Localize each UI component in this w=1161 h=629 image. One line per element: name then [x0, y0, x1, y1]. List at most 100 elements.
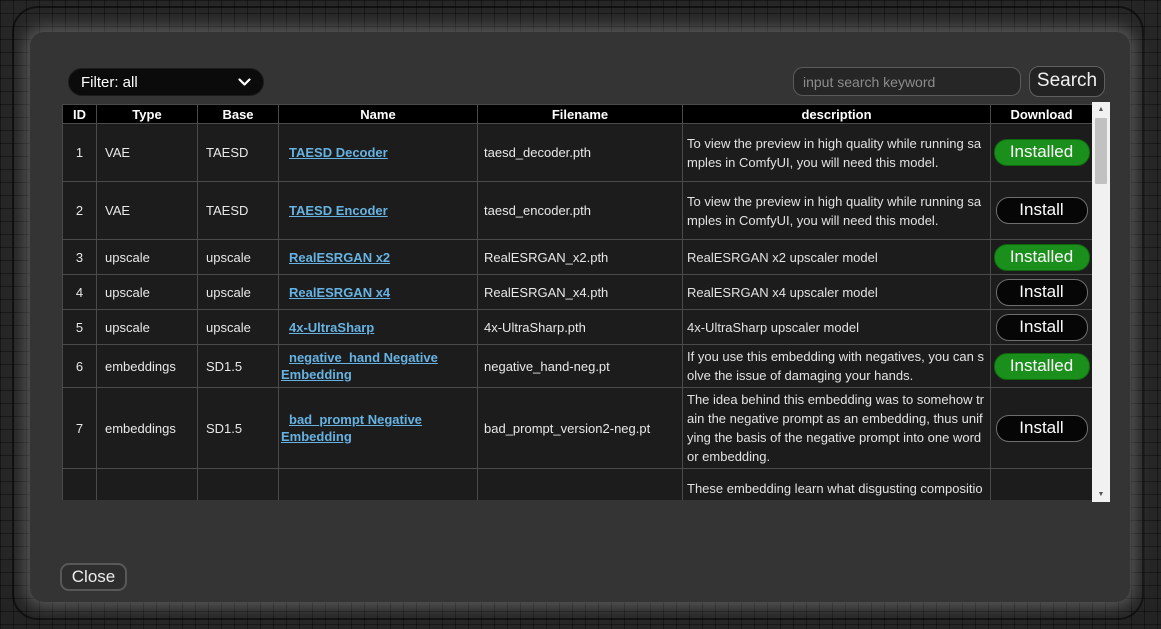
table-row: 4upscaleupscaleRealESRGAN x4RealESRGAN_x… [63, 275, 1093, 310]
cell-name: bad_prompt Negative Embedding [279, 388, 478, 469]
scrollbar-up-arrow[interactable]: ▲ [1092, 102, 1110, 117]
cell-download [991, 469, 1093, 501]
column-header-id: ID [63, 105, 97, 124]
cell-id: 4 [63, 275, 97, 310]
model-name-link[interactable]: 4x-UltraSharp [289, 320, 374, 335]
table-row: 1VAETAESD TAESD Decoder taesd_decoder.pthT… [63, 124, 1093, 182]
cell-type: VAE [97, 182, 198, 240]
table-scrollbar[interactable]: ▲ ▼ [1092, 102, 1110, 502]
cell-id: 6 [63, 345, 97, 388]
model-table: IDTypeBaseNameFilenamedescriptionDownloa… [62, 104, 1092, 500]
cell-filename: negative_hand-neg.pt [478, 345, 683, 388]
cell-base [198, 469, 279, 501]
cell-description: RealESRGAN x4 upscaler model [683, 275, 991, 310]
cell-base: SD1.5 [198, 345, 279, 388]
model-name-link[interactable]: RealESRGAN x2 [289, 250, 390, 265]
column-header-name: Name [279, 105, 478, 124]
cell-download: Install [991, 388, 1093, 469]
cell-name: TAESD Encoder [279, 182, 478, 240]
scrollbar-down-arrow[interactable]: ▼ [1092, 487, 1110, 502]
cell-description: To view the preview in high quality whil… [683, 182, 991, 240]
cell-type: VAE [97, 124, 198, 182]
column-header-base: Base [198, 105, 279, 124]
cell-name: RealESRGAN x2 [279, 240, 478, 275]
model-name-link[interactable]: negative_hand Negative Embedding [281, 350, 438, 382]
cell-download: Install [991, 275, 1093, 310]
install-button[interactable]: Install [996, 314, 1088, 341]
cell-download: Install [991, 182, 1093, 240]
installed-button[interactable]: Installed [994, 244, 1090, 271]
scrollbar-thumb[interactable] [1095, 118, 1107, 184]
column-header-type: Type [97, 105, 198, 124]
search-input[interactable] [793, 67, 1021, 96]
cell-name: TAESD Decoder [279, 124, 478, 182]
cell-filename: bad_prompt_version2-neg.pt [478, 388, 683, 469]
installed-button[interactable]: Installed [994, 139, 1090, 166]
cell-filename: 4x-UltraSharp.pth [478, 310, 683, 345]
model-name-link[interactable]: TAESD Decoder [289, 145, 388, 160]
cell-type: embeddings [97, 388, 198, 469]
cell-id [63, 469, 97, 501]
cell-filename [478, 469, 683, 501]
search-button[interactable]: Search [1029, 66, 1105, 97]
cell-download: Installed [991, 345, 1093, 388]
cell-base: SD1.5 [198, 388, 279, 469]
cell-filename: RealESRGAN_x4.pth [478, 275, 683, 310]
installed-button[interactable]: Installed [994, 353, 1090, 380]
filter-select[interactable]: Filter: all [68, 68, 264, 96]
column-header-download: Download [991, 105, 1093, 124]
table-row: 2VAETAESD TAESD Encoder taesd_encoder.pthT… [63, 182, 1093, 240]
model-install-dialog: Filter: all Search IDTypeBaseNameFilenam… [30, 32, 1130, 602]
cell-download: Install [991, 310, 1093, 345]
cell-name: RealESRGAN x4 [279, 275, 478, 310]
cell-type: embeddings [97, 345, 198, 388]
cell-name [279, 469, 478, 501]
cell-base: TAESD [198, 182, 279, 240]
filter-select-label: Filter: all [81, 74, 138, 91]
cell-name: negative_hand Negative Embedding [279, 345, 478, 388]
cell-base: TAESD [198, 124, 279, 182]
table-header-row: IDTypeBaseNameFilenamedescriptionDownloa… [63, 105, 1093, 124]
close-button[interactable]: Close [60, 563, 127, 591]
cell-download: Installed [991, 240, 1093, 275]
cell-download: Installed [991, 124, 1093, 182]
table-row: These embedding learn what disgusting co… [63, 469, 1093, 501]
cell-type: upscale [97, 240, 198, 275]
table-row: 6embeddingsSD1.5negative_hand Negative E… [63, 345, 1093, 388]
cell-id: 2 [63, 182, 97, 240]
cell-type: upscale [97, 275, 198, 310]
cell-id: 1 [63, 124, 97, 182]
chevron-down-icon [238, 78, 251, 87]
table-row: 7embeddingsSD1.5bad_prompt Negative Embe… [63, 388, 1093, 469]
cell-base: upscale [198, 310, 279, 345]
cell-id: 3 [63, 240, 97, 275]
cell-description: These embedding learn what disgusting co… [683, 469, 991, 501]
model-name-link[interactable]: TAESD Encoder [289, 203, 388, 218]
column-header-filename: Filename [478, 105, 683, 124]
cell-description: 4x-UltraSharp upscaler model [683, 310, 991, 345]
install-button[interactable]: Install [996, 197, 1088, 224]
cell-description: RealESRGAN x2 upscaler model [683, 240, 991, 275]
cell-filename: taesd_encoder.pth [478, 182, 683, 240]
cell-type [97, 469, 198, 501]
cell-description: If you use this embedding with negatives… [683, 345, 991, 388]
comfyui-canvas: Filter: all Search IDTypeBaseNameFilenam… [0, 0, 1161, 629]
cell-description: To view the preview in high quality whil… [683, 124, 991, 182]
cell-id: 5 [63, 310, 97, 345]
cell-base: upscale [198, 275, 279, 310]
install-button[interactable]: Install [996, 279, 1088, 306]
model-name-link[interactable]: RealESRGAN x4 [289, 285, 390, 300]
cell-base: upscale [198, 240, 279, 275]
install-button[interactable]: Install [996, 415, 1088, 442]
column-header-description: description [683, 105, 991, 124]
cell-filename: taesd_decoder.pth [478, 124, 683, 182]
cell-filename: RealESRGAN_x2.pth [478, 240, 683, 275]
cell-name: 4x-UltraSharp [279, 310, 478, 345]
model-table-container: IDTypeBaseNameFilenamedescriptionDownloa… [62, 104, 1092, 500]
model-name-link[interactable]: bad_prompt Negative Embedding [281, 412, 422, 444]
table-row: 5upscaleupscale4x-UltraSharp4x-UltraShar… [63, 310, 1093, 345]
cell-type: upscale [97, 310, 198, 345]
cell-id: 7 [63, 388, 97, 469]
table-row: 3upscaleupscaleRealESRGAN x2RealESRGAN_x… [63, 240, 1093, 275]
cell-description: The idea behind this embedding was to so… [683, 388, 991, 469]
